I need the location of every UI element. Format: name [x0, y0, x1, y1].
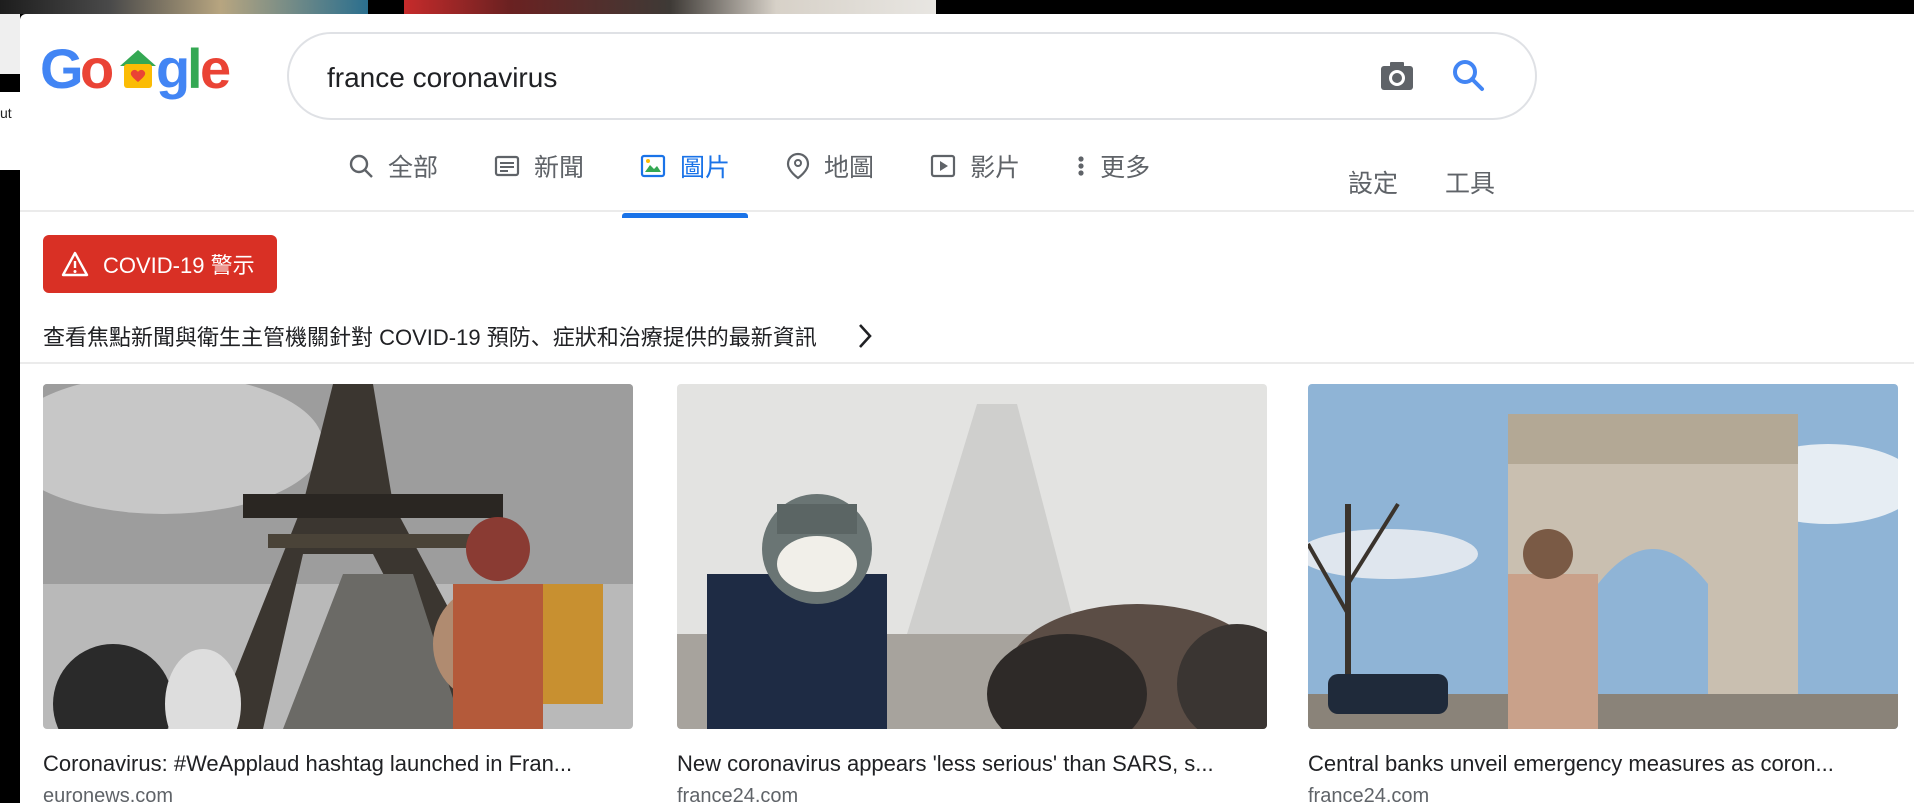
- search-icon[interactable]: [1449, 56, 1489, 96]
- svg-text:e: e: [200, 37, 230, 100]
- play-icon: [930, 154, 956, 178]
- tab-videos[interactable]: 影片: [902, 144, 1048, 188]
- tab-label: 更多: [1100, 154, 1151, 182]
- chevron-right-icon: [858, 324, 872, 348]
- map-pin-icon: [786, 152, 810, 180]
- image-result[interactable]: Central banks unveil emergency measures …: [1308, 384, 1898, 803]
- svg-text:g: g: [156, 37, 190, 100]
- search-box[interactable]: [287, 32, 1537, 120]
- header-divider: [20, 210, 1914, 212]
- background-panel: [0, 14, 20, 74]
- svg-text:o: o: [80, 37, 114, 100]
- result-title[interactable]: Central banks unveil emergency measures …: [1308, 751, 1898, 777]
- camera-icon[interactable]: [1379, 60, 1415, 92]
- result-thumbnail[interactable]: [677, 384, 1267, 729]
- tab-label: 影片: [970, 154, 1021, 182]
- tab-label: 地圖: [824, 154, 875, 182]
- tab-all[interactable]: 全部: [320, 144, 466, 188]
- tab-more[interactable]: 更多: [1048, 144, 1178, 188]
- result-title[interactable]: Coronavirus: #WeApplaud hashtag launched…: [43, 751, 633, 777]
- tab-news[interactable]: 新聞: [466, 144, 612, 188]
- more-vert-icon: [1078, 156, 1084, 176]
- result-source: euronews.com: [43, 785, 174, 803]
- tab-label: 全部: [388, 154, 439, 182]
- search-input[interactable]: [327, 58, 1227, 98]
- settings-link[interactable]: 設定: [1348, 164, 1398, 200]
- covid-info-text: 查看焦點新聞與衛生主管機關針對 COVID-19 預防、症狀和治療提供的最新資訊: [43, 325, 817, 350]
- covid-alert-badge[interactable]: COVID-19 警示: [43, 235, 277, 293]
- tab-images[interactable]: 圖片: [612, 144, 758, 218]
- svg-text:G: G: [40, 37, 84, 100]
- tab-label: 圖片: [680, 154, 731, 182]
- result-thumbnail[interactable]: [43, 384, 633, 729]
- tools-link[interactable]: 工具: [1445, 164, 1495, 200]
- covid-info-link[interactable]: 查看焦點新聞與衛生主管機關針對 COVID-19 預防、症狀和治療提供的最新資訊: [43, 320, 873, 352]
- screen: ut G o g l e france coronavirus 全部 新聞 圖片…: [0, 0, 1914, 803]
- covid-badge-label: COVID-19 警示: [103, 253, 255, 278]
- warning-icon: [61, 251, 89, 277]
- search-tabs: 全部 新聞 圖片 地圖 影片 更多: [320, 144, 1178, 218]
- tab-maps[interactable]: 地圖: [758, 144, 902, 188]
- search-results-panel: G o g l e france coronavirus 全部 新聞 圖片 地圖…: [20, 14, 1914, 803]
- result-title[interactable]: New coronavirus appears 'less serious' t…: [677, 751, 1267, 777]
- background-text: ut: [0, 92, 20, 170]
- google-logo[interactable]: G o g l e: [40, 34, 231, 104]
- image-result[interactable]: Coronavirus: #WeApplaud hashtag launched…: [43, 384, 633, 803]
- background-image-strip: [404, 0, 936, 14]
- search-icon: [349, 154, 373, 178]
- section-divider: [20, 362, 1914, 364]
- result-thumbnail[interactable]: [1308, 384, 1898, 729]
- result-source: france24.com: [1308, 785, 1430, 803]
- result-source: france24.com: [677, 785, 799, 803]
- background-image-strip: [0, 0, 368, 14]
- tab-label: 新聞: [534, 154, 585, 182]
- image-icon: [640, 154, 666, 178]
- logo-doodle: G o g l e: [40, 37, 231, 100]
- image-result[interactable]: New coronavirus appears 'less serious' t…: [677, 384, 1267, 803]
- news-icon: [494, 155, 520, 177]
